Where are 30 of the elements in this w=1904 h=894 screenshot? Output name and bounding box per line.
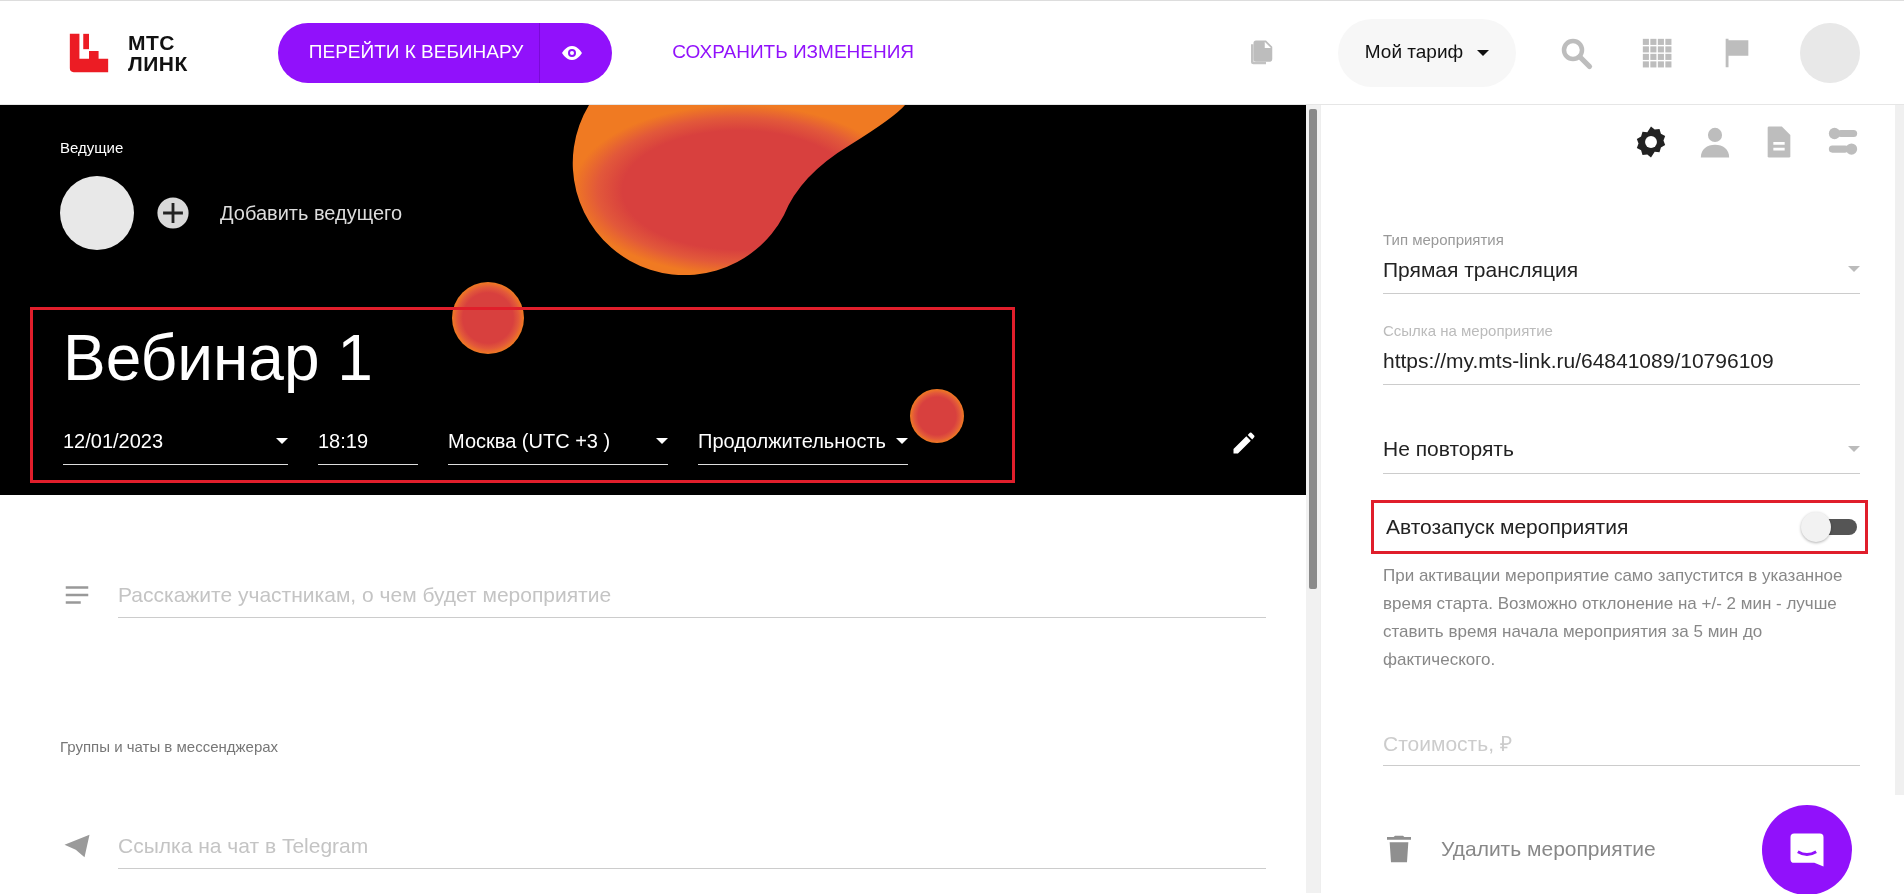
webinar-title[interactable]: Вебинар 1 [63, 317, 1012, 398]
select-field[interactable]: Не повторять [1383, 431, 1860, 474]
time-field[interactable]: 18:19 [318, 421, 418, 465]
settings-icon[interactable] [1634, 125, 1668, 159]
autostart-help-text: При активации мероприятие само запустится в указанное время старта. Возможно отклонение на +/- 2 мин - лучше ставить время начала мероприятия за 5 мин до фактического. [1383, 564, 1844, 671]
plan-dropdown[interactable]: Мой тариф [1338, 18, 1516, 87]
bubble-drawing [452, 282, 524, 354]
logo-text: ЛИНК [128, 52, 188, 74]
messengers-label: Группы и чаты в мессенджерах [59, 736, 280, 757]
person-icon[interactable] [1698, 125, 1732, 159]
logo-text: МТС [128, 31, 176, 53]
date-time-dropdown[interactable]: Продолжительность [698, 421, 908, 465]
save-changes-link[interactable]: СОХРАНИТЬ ИЗМЕНЕНИЯ [672, 38, 915, 67]
autostart-label: Автозапуск мероприятия [1386, 513, 1629, 540]
scrollbar[interactable] [1306, 105, 1320, 893]
go-to-webinar-button[interactable]: ПЕРЕЙТИ К ВЕБИНАРУ [277, 22, 613, 83]
add-icon[interactable] [156, 195, 190, 230]
field-label: Тип мероприятия [1383, 230, 1505, 250]
link-field[interactable]: https://my.mts-link.ru/64841089/10796109 [1383, 342, 1860, 385]
date-time-dropdown[interactable]: 12/01/2023 [63, 421, 288, 465]
select-field[interactable]: Прямая трансляция [1383, 251, 1860, 294]
add-host-link[interactable]: Добавить ведущего [220, 197, 403, 228]
scrollbar[interactable] [1895, 105, 1904, 795]
date-time-dropdown[interactable]: Москва (UTC +3 ) [448, 421, 668, 465]
hosts-label: Ведущие [60, 138, 125, 158]
field-label: Ссылка на мероприятие [1383, 321, 1554, 341]
autostart-toggle[interactable] [1801, 510, 1857, 543]
bubble-drawing [910, 389, 964, 443]
delete-event-link[interactable]: Удалить мероприятие [1441, 833, 1656, 865]
caret-icon [1477, 49, 1490, 56]
